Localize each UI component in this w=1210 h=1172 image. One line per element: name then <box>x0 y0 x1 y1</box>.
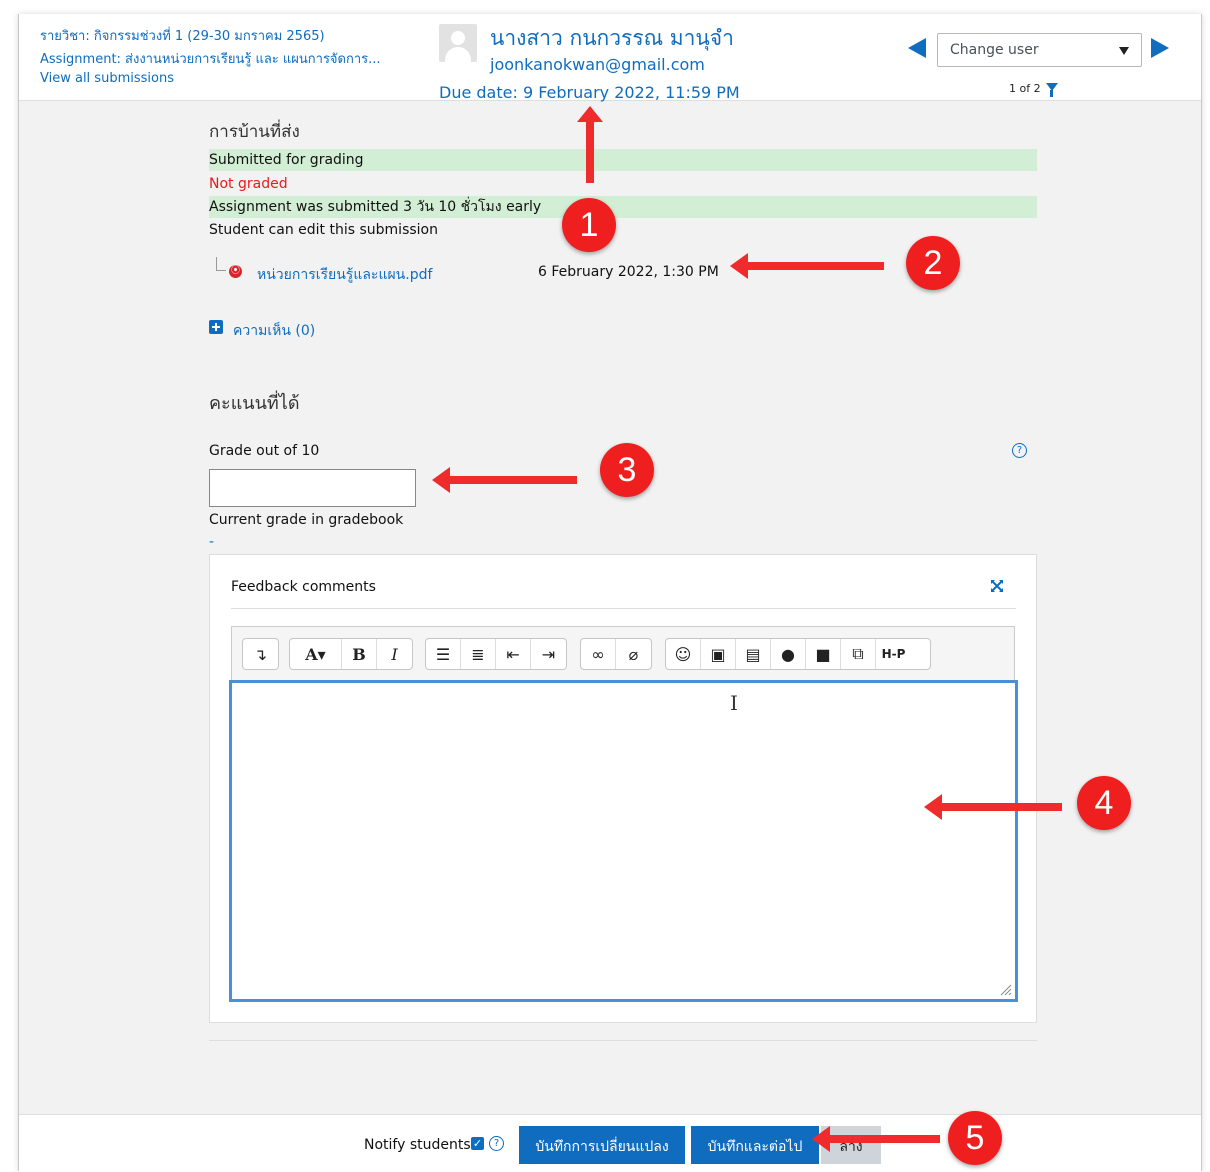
annotation-arrows <box>432 106 1062 1152</box>
arrow-5-icon <box>812 1126 940 1152</box>
callout-2: 2 <box>906 236 960 290</box>
arrow-3-icon <box>432 467 577 493</box>
arrow-4-icon <box>924 794 1062 820</box>
callout-1: 1 <box>562 198 616 252</box>
callout-5: 5 <box>948 1111 1002 1165</box>
callout-4: 4 <box>1077 776 1131 830</box>
callout-3: 3 <box>600 443 654 497</box>
arrow-1-icon <box>577 106 603 183</box>
arrow-2-icon <box>730 253 884 279</box>
